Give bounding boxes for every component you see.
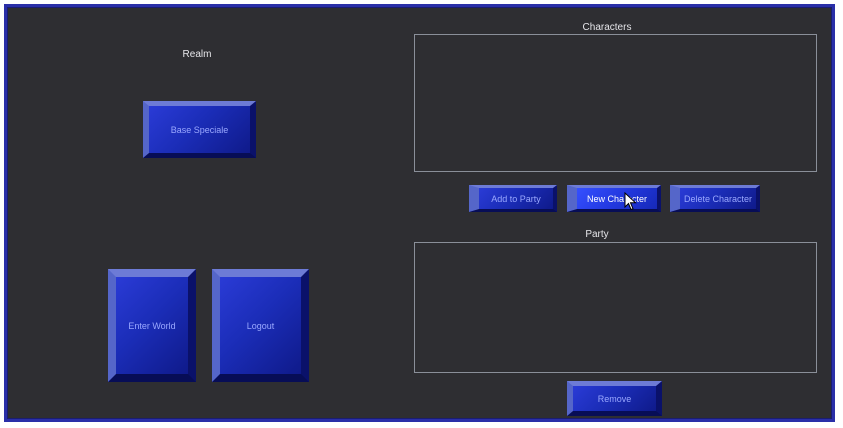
window-frame: Realm Base Speciale Enter World Logout C… [4, 4, 835, 422]
realm-select-button-label: Base Speciale [170, 124, 229, 135]
new-character-button-label: New Character [586, 193, 648, 204]
party-label: Party [585, 229, 609, 240]
logout-button[interactable]: Logout [212, 269, 309, 382]
remove-button-label: Remove [597, 393, 632, 404]
add-to-party-button[interactable]: Add to Party [469, 185, 557, 212]
remove-button[interactable]: Remove [567, 381, 662, 416]
enter-world-button[interactable]: Enter World [108, 269, 196, 382]
delete-character-button[interactable]: Delete Character [670, 185, 760, 212]
characters-list[interactable] [414, 34, 817, 172]
add-to-party-button-label: Add to Party [491, 193, 541, 204]
party-list[interactable] [414, 242, 817, 373]
logout-button-label: Logout [246, 320, 275, 331]
arrow-cursor-icon [624, 192, 637, 211]
new-character-button[interactable]: New Character [567, 185, 661, 212]
enter-world-button-label: Enter World [128, 320, 176, 331]
delete-character-button-label: Delete Character [683, 193, 753, 204]
realm-select-button[interactable]: Base Speciale [143, 101, 256, 158]
realm-label: Realm [182, 49, 212, 60]
characters-label: Characters [582, 22, 632, 33]
